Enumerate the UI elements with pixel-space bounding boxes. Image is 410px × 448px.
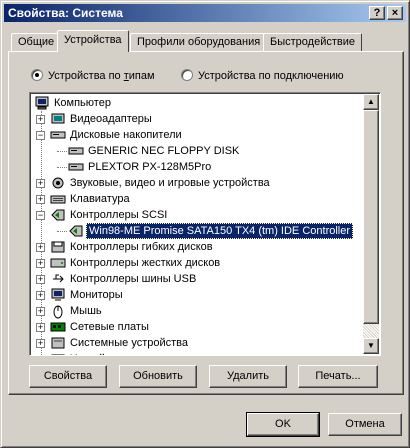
tab-devices[interactable]: Устройства xyxy=(57,30,129,52)
device-tree[interactable]: Компьютер + Видеоадаптеры − Дисковые накопи… xyxy=(29,92,381,356)
system-device-icon xyxy=(50,335,66,351)
scsi-controller-icon xyxy=(50,207,66,223)
radio-by-type[interactable] xyxy=(31,69,43,81)
view-by-connection-option[interactable]: Устройства по подключению xyxy=(181,69,344,83)
tree-item-label: Контроллеры SCSI xyxy=(70,209,168,221)
window-title: Свойства: Система xyxy=(8,6,123,20)
tree-item-label: Звуковые, видео и игровые устройства xyxy=(70,177,270,189)
tab-performance[interactable]: Быстродействие xyxy=(263,33,362,51)
collapse-icon[interactable]: − xyxy=(36,131,45,140)
computer-icon xyxy=(34,95,50,111)
expand-icon[interactable]: + xyxy=(36,115,45,124)
tree-item-label: PLEXTOR PX-128M5Pro xyxy=(88,161,212,173)
tree-item[interactable]: + Мониторы xyxy=(32,287,362,303)
tree-item[interactable]: + Контроллеры жестких дисков xyxy=(32,255,362,271)
view-by-type-option[interactable]: Устройства по типам xyxy=(31,69,155,83)
system-properties-window: Свойства: Система ? × Общие Устройства П… xyxy=(0,0,410,448)
tree-item-label: Сетевые платы xyxy=(70,321,149,333)
tree-item[interactable]: Win98-ME Promise SATA150 TX4 (tm) IDE Co… xyxy=(32,223,362,239)
tab-strip: Общие Устройства Профили оборудования Бы… xyxy=(9,29,403,52)
network-card-icon xyxy=(50,319,66,335)
smart-card-icon xyxy=(50,351,66,355)
tree-item[interactable]: + Мышь xyxy=(32,303,362,319)
sound-device-icon xyxy=(50,175,66,191)
print-button[interactable]: Печать... xyxy=(298,365,378,388)
disk-drive-icon xyxy=(50,127,66,143)
scroll-thumb[interactable] xyxy=(363,110,379,324)
tree-item-label: Контроллеры жестких дисков xyxy=(70,257,221,269)
hdd-controller-icon xyxy=(50,255,66,271)
expand-icon[interactable]: + xyxy=(36,291,45,300)
refresh-button[interactable]: Обновить xyxy=(119,365,197,388)
tree-item[interactable]: + Видеоадаптеры xyxy=(32,111,362,127)
tree-item-label: Мышь xyxy=(70,305,102,317)
tree-branch-line xyxy=(57,231,67,232)
tab-general[interactable]: Общие xyxy=(11,33,62,51)
tree-item-label: Мониторы xyxy=(70,289,123,301)
tree-item[interactable]: +Устройства чтения смарт-карт xyxy=(32,351,362,355)
tab-hardware-profiles[interactable]: Профили оборудования xyxy=(130,33,268,51)
tree-item[interactable]: + Контроллеры гибких дисков xyxy=(32,239,362,255)
collapse-icon[interactable]: − xyxy=(36,211,45,220)
tree-item-label: Контроллеры шины USB xyxy=(70,273,197,285)
tree-item-label: Контроллеры гибких дисков xyxy=(70,241,213,253)
floppy-controller-icon xyxy=(50,239,66,255)
expand-icon[interactable]: + xyxy=(36,275,45,284)
tree-item-label: Дисковые накопители xyxy=(70,129,182,141)
expand-icon[interactable]: + xyxy=(36,195,45,204)
disk-drive-icon xyxy=(68,159,84,175)
tree-item[interactable]: − Дисковые накопители xyxy=(32,127,362,143)
scroll-up-button[interactable]: ▲ xyxy=(363,94,379,110)
usb-icon xyxy=(50,271,66,287)
disk-drive-icon xyxy=(68,143,84,159)
tree-scrollbar[interactable]: ▲ ▼ xyxy=(363,94,379,354)
tree-item[interactable]: PLEXTOR PX-128M5Pro xyxy=(32,159,362,175)
tree-item-label: Системные устройства xyxy=(70,337,189,349)
expand-icon[interactable]: + xyxy=(36,259,45,268)
title-bar: Свойства: Система ? × xyxy=(4,4,406,22)
device-tree-items: Компьютер + Видеоадаптеры − Дисковые накопи… xyxy=(32,95,364,355)
radio-by-connection[interactable] xyxy=(181,69,193,81)
tree-root-label: Компьютер xyxy=(54,97,111,109)
monitor-icon xyxy=(50,287,66,303)
tree-branch-line xyxy=(57,167,67,168)
properties-button[interactable]: Свойства xyxy=(29,365,107,388)
tree-item[interactable]: − Контроллеры SCSI xyxy=(32,207,362,223)
tree-item-label: Видеоадаптеры xyxy=(70,113,152,125)
tree-item[interactable]: + Клавиатура xyxy=(32,191,362,207)
tree-item-label: Устройства чтения смарт-карт xyxy=(68,351,226,355)
expand-icon[interactable]: + xyxy=(36,243,45,252)
display-adapter-icon xyxy=(50,111,66,127)
tree-item-label: Win98-ME Promise SATA150 TX4 (tm) IDE Co… xyxy=(86,223,354,239)
scroll-down-button[interactable]: ▼ xyxy=(363,338,379,354)
tree-item[interactable]: + Системные устройства xyxy=(32,335,362,351)
remove-button[interactable]: Удалить xyxy=(209,365,287,388)
tree-item[interactable]: + Контроллеры шины USB xyxy=(32,271,362,287)
expand-icon[interactable]: + xyxy=(36,339,45,348)
scsi-controller-icon xyxy=(68,223,84,239)
tree-item[interactable]: GENERIC NEC FLOPPY DISK xyxy=(32,143,362,159)
expand-icon[interactable]: + xyxy=(36,307,45,316)
mouse-icon xyxy=(50,303,66,319)
cancel-button[interactable]: Отмена xyxy=(328,413,402,436)
expand-icon[interactable]: + xyxy=(36,179,45,188)
tree-item-label: GENERIC NEC FLOPPY DISK xyxy=(88,145,240,157)
keyboard-icon xyxy=(50,191,66,207)
expand-icon[interactable]: + xyxy=(36,323,45,332)
tree-branch-line xyxy=(57,151,67,152)
tree-item[interactable]: + Звуковые, видео и игровые устройства xyxy=(32,175,362,191)
tree-item[interactable]: + Сетевые платы xyxy=(32,319,362,335)
tree-item-label: Клавиатура xyxy=(70,193,130,205)
ok-button[interactable]: OK xyxy=(246,412,320,437)
help-button[interactable]: ? xyxy=(369,6,385,20)
close-button[interactable]: × xyxy=(387,6,403,20)
